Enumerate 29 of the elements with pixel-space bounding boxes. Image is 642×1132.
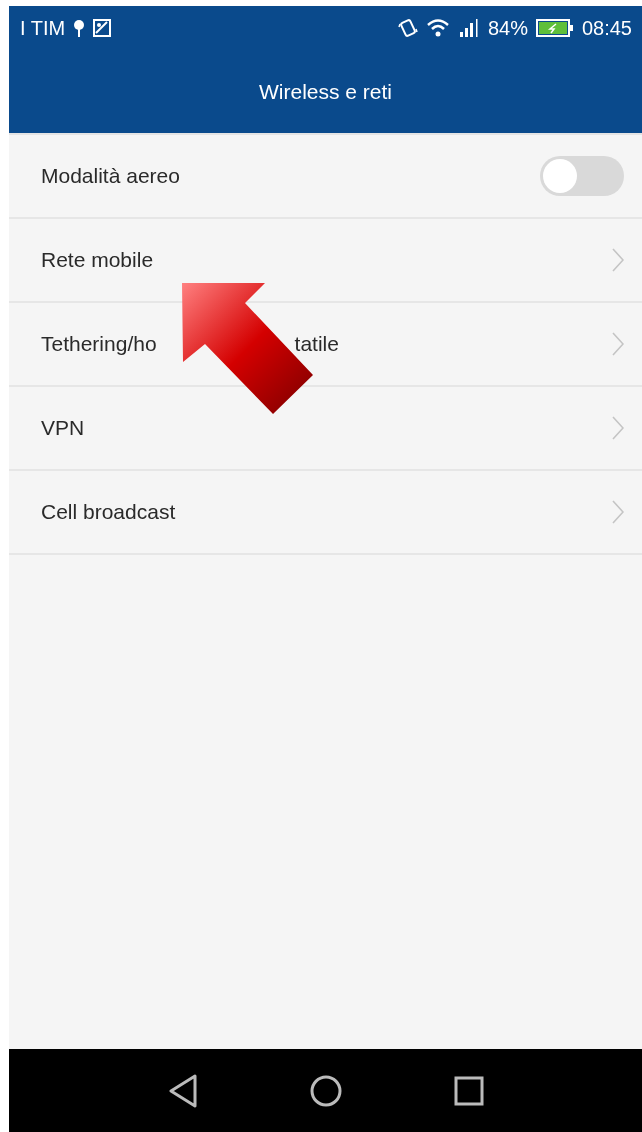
home-icon[interactable] <box>309 1074 342 1107</box>
settings-item[interactable]: Rete mobile <box>9 219 642 301</box>
settings-label: Tethering/ho <box>41 332 157 356</box>
settings-label: VPN <box>41 416 85 440</box>
recent-apps-icon[interactable] <box>453 1075 484 1106</box>
settings-item[interactable]: Modalità aereo <box>9 135 642 217</box>
chevron-right-icon <box>612 416 624 440</box>
settings-label: Cell broadcast <box>41 500 176 524</box>
pin-icon <box>74 19 85 37</box>
battery-percent: 84% <box>487 16 528 40</box>
carrier-name: I TIM <box>20 16 66 40</box>
settings-label: Modalità aereo <box>41 164 180 188</box>
settings-item[interactable]: Cell broadcast <box>9 471 642 553</box>
settings-label: Rete mobile <box>41 248 154 272</box>
wifi-icon <box>425 18 450 38</box>
settings-label: tatile <box>294 332 339 356</box>
image-icon <box>93 19 112 37</box>
chevron-right-icon <box>612 248 624 272</box>
screen-title: Wireless e reti <box>259 79 392 104</box>
clock-time: 08:45 <box>581 16 632 40</box>
signal-icon <box>457 18 480 38</box>
chevron-right-icon <box>612 332 624 356</box>
vibrate-icon <box>397 18 418 38</box>
back-icon[interactable] <box>167 1073 198 1108</box>
toggle-switch[interactable] <box>540 156 624 196</box>
settings-item[interactable]: Tethering/ho tatile <box>9 303 642 385</box>
battery-icon <box>535 19 574 37</box>
chevron-right-icon <box>612 500 624 524</box>
settings-item[interactable]: VPN <box>9 387 642 469</box>
